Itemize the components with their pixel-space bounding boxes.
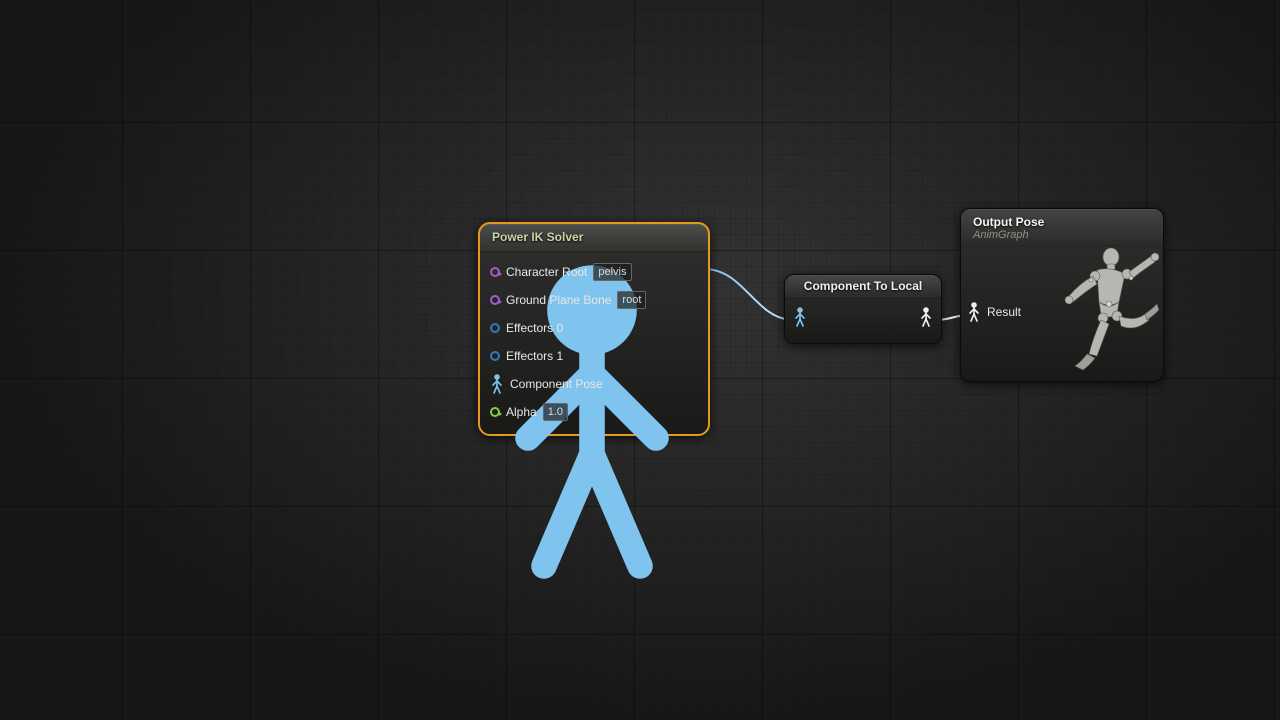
pin-label: Ground Plane Bone: [506, 293, 611, 307]
pin-effectors-1[interactable]: Effectors 1: [486, 342, 702, 370]
mannequin-preview-icon: [1039, 244, 1159, 374]
pin-component-pose[interactable]: Component Pose: [486, 370, 702, 398]
pin-result[interactable]: Result: [967, 302, 1021, 322]
character-root-value[interactable]: pelvis: [593, 263, 631, 281]
pin-ground-plane-bone[interactable]: Ground Plane Bone root: [486, 286, 702, 314]
pin-label: Alpha: [506, 405, 537, 419]
alpha-value[interactable]: 1.0: [543, 403, 568, 421]
bone-name-pin-icon: [490, 267, 500, 277]
node-title: Output Pose: [973, 215, 1151, 229]
pin-alpha[interactable]: Alpha 1.0: [486, 398, 702, 426]
pin-label: Result: [987, 305, 1021, 319]
struct-pin-icon: [490, 323, 500, 333]
pose-icon: [490, 374, 504, 394]
ground-plane-bone-value[interactable]: root: [617, 291, 646, 309]
float-pin-icon: [490, 407, 500, 417]
node-subtitle: AnimGraph: [973, 229, 1151, 241]
bone-name-pin-icon: [490, 295, 500, 305]
pin-label: Component Pose: [510, 377, 603, 391]
pose-icon: [967, 302, 981, 322]
pin-character-root[interactable]: Character Root pelvis: [486, 258, 702, 286]
output-pin-local-pose[interactable]: [919, 307, 933, 327]
node-component-to-local[interactable]: Component To Local: [784, 274, 942, 344]
pin-effectors-0[interactable]: Effectors 0: [486, 314, 702, 342]
node-output-pose[interactable]: Output Pose AnimGraph Result: [960, 208, 1164, 382]
node-title[interactable]: Component To Local: [785, 275, 941, 299]
pin-label: Effectors 0: [506, 321, 563, 335]
node-power-ik-solver[interactable]: Power IK Solver Character Root pelvis Gr…: [478, 222, 710, 436]
pin-label: Effectors 1: [506, 349, 563, 363]
pin-label: Character Root: [506, 265, 587, 279]
struct-pin-icon: [490, 351, 500, 361]
node-title[interactable]: Power IK Solver: [480, 224, 708, 252]
node-header[interactable]: Output Pose AnimGraph: [961, 209, 1163, 246]
input-pin-component-pose[interactable]: [793, 307, 807, 327]
